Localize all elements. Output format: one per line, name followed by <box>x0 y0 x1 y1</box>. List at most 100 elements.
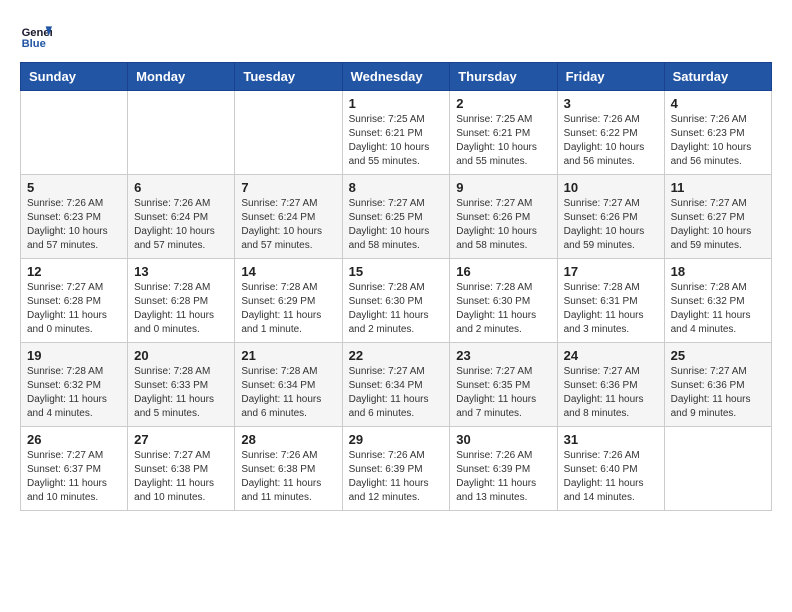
calendar-cell: 16 Sunrise: 7:28 AM Sunset: 6:30 PM Dayli… <box>450 259 557 343</box>
calendar-cell: 21 Sunrise: 7:28 AM Sunset: 6:34 PM Dayli… <box>235 343 342 427</box>
day-number: 4 <box>671 96 765 111</box>
page-header: General Blue <box>20 20 772 52</box>
day-number: 21 <box>241 348 335 363</box>
day-info: Sunrise: 7:27 AM Sunset: 6:34 PM Dayligh… <box>349 365 444 421</box>
day-info: Sunrise: 7:28 AM Sunset: 6:30 PM Dayligh… <box>456 281 550 337</box>
calendar-cell: 27 Sunrise: 7:27 AM Sunset: 6:38 PM Dayli… <box>128 427 235 511</box>
day-number: 1 <box>349 96 444 111</box>
week-row-3: 12 Sunrise: 7:27 AM Sunset: 6:28 PM Dayli… <box>21 259 772 343</box>
day-number: 9 <box>456 180 550 195</box>
day-number: 18 <box>671 264 765 279</box>
day-info: Sunrise: 7:26 AM Sunset: 6:39 PM Dayligh… <box>456 449 550 505</box>
day-info: Sunrise: 7:25 AM Sunset: 6:21 PM Dayligh… <box>349 113 444 169</box>
calendar-cell: 15 Sunrise: 7:28 AM Sunset: 6:30 PM Dayli… <box>342 259 450 343</box>
calendar-cell: 3Sunrise: 7:26 AM Sunset: 6:22 PM Daylig… <box>557 91 664 175</box>
calendar-cell: 18Sunrise: 7:28 AM Sunset: 6:32 PM Dayli… <box>664 259 771 343</box>
calendar-cell: 20 Sunrise: 7:28 AM Sunset: 6:33 PM Dayli… <box>128 343 235 427</box>
day-number: 7 <box>241 180 335 195</box>
logo: General Blue <box>20 20 56 52</box>
day-number: 16 <box>456 264 550 279</box>
day-number: 20 <box>134 348 228 363</box>
calendar-cell: 11 Sunrise: 7:27 AM Sunset: 6:27 PM Dayli… <box>664 175 771 259</box>
calendar-cell: 31Sunrise: 7:26 AM Sunset: 6:40 PM Dayli… <box>557 427 664 511</box>
day-number: 6 <box>134 180 228 195</box>
day-info: Sunrise: 7:27 AM Sunset: 6:36 PM Dayligh… <box>564 365 658 421</box>
calendar-cell: 25 Sunrise: 7:27 AM Sunset: 6:36 PM Dayli… <box>664 343 771 427</box>
calendar-cell: 6 Sunrise: 7:26 AM Sunset: 6:24 PM Daylig… <box>128 175 235 259</box>
day-number: 22 <box>349 348 444 363</box>
weekday-header-saturday: Saturday <box>664 63 771 91</box>
day-info: Sunrise: 7:28 AM Sunset: 6:29 PM Dayligh… <box>241 281 335 337</box>
day-number: 10 <box>564 180 658 195</box>
weekday-header-thursday: Thursday <box>450 63 557 91</box>
calendar-cell <box>664 427 771 511</box>
day-info: Sunrise: 7:28 AM Sunset: 6:33 PM Dayligh… <box>134 365 228 421</box>
day-info: Sunrise: 7:27 AM Sunset: 6:27 PM Dayligh… <box>671 197 765 253</box>
weekday-header-sunday: Sunday <box>21 63 128 91</box>
day-info: Sunrise: 7:26 AM Sunset: 6:24 PM Dayligh… <box>134 197 228 253</box>
svg-text:Blue: Blue <box>22 38 46 50</box>
day-number: 25 <box>671 348 765 363</box>
day-number: 29 <box>349 432 444 447</box>
calendar-cell <box>128 91 235 175</box>
calendar-cell: 9Sunrise: 7:27 AM Sunset: 6:26 PM Daylig… <box>450 175 557 259</box>
weekday-header-tuesday: Tuesday <box>235 63 342 91</box>
day-number: 15 <box>349 264 444 279</box>
calendar-cell <box>21 91 128 175</box>
day-info: Sunrise: 7:27 AM Sunset: 6:28 PM Dayligh… <box>27 281 121 337</box>
day-info: Sunrise: 7:28 AM Sunset: 6:31 PM Dayligh… <box>564 281 658 337</box>
week-row-5: 26 Sunrise: 7:27 AM Sunset: 6:37 PM Dayli… <box>21 427 772 511</box>
day-info: Sunrise: 7:26 AM Sunset: 6:39 PM Dayligh… <box>349 449 444 505</box>
weekday-header-wednesday: Wednesday <box>342 63 450 91</box>
calendar-cell: 5Sunrise: 7:26 AM Sunset: 6:23 PM Daylig… <box>21 175 128 259</box>
calendar-cell: 13 Sunrise: 7:28 AM Sunset: 6:28 PM Dayli… <box>128 259 235 343</box>
day-info: Sunrise: 7:27 AM Sunset: 6:25 PM Dayligh… <box>349 197 444 253</box>
day-info: Sunrise: 7:28 AM Sunset: 6:32 PM Dayligh… <box>27 365 121 421</box>
calendar: SundayMondayTuesdayWednesdayThursdayFrid… <box>20 62 772 511</box>
day-info: Sunrise: 7:28 AM Sunset: 6:30 PM Dayligh… <box>349 281 444 337</box>
day-info: Sunrise: 7:27 AM Sunset: 6:36 PM Dayligh… <box>671 365 765 421</box>
calendar-cell: 12 Sunrise: 7:27 AM Sunset: 6:28 PM Dayli… <box>21 259 128 343</box>
day-number: 28 <box>241 432 335 447</box>
day-info: Sunrise: 7:26 AM Sunset: 6:23 PM Dayligh… <box>27 197 121 253</box>
day-number: 3 <box>564 96 658 111</box>
calendar-cell: 2Sunrise: 7:25 AM Sunset: 6:21 PM Daylig… <box>450 91 557 175</box>
day-info: Sunrise: 7:27 AM Sunset: 6:38 PM Dayligh… <box>134 449 228 505</box>
day-number: 2 <box>456 96 550 111</box>
calendar-cell: 30 Sunrise: 7:26 AM Sunset: 6:39 PM Dayli… <box>450 427 557 511</box>
calendar-cell: 24Sunrise: 7:27 AM Sunset: 6:36 PM Dayli… <box>557 343 664 427</box>
calendar-cell: 1 Sunrise: 7:25 AM Sunset: 6:21 PM Daylig… <box>342 91 450 175</box>
calendar-cell: 4 Sunrise: 7:26 AM Sunset: 6:23 PM Daylig… <box>664 91 771 175</box>
day-info: Sunrise: 7:26 AM Sunset: 6:38 PM Dayligh… <box>241 449 335 505</box>
calendar-cell: 7 Sunrise: 7:27 AM Sunset: 6:24 PM Daylig… <box>235 175 342 259</box>
day-info: Sunrise: 7:28 AM Sunset: 6:28 PM Dayligh… <box>134 281 228 337</box>
calendar-cell: 23Sunrise: 7:27 AM Sunset: 6:35 PM Dayli… <box>450 343 557 427</box>
day-info: Sunrise: 7:28 AM Sunset: 6:34 PM Dayligh… <box>241 365 335 421</box>
week-row-1: 1 Sunrise: 7:25 AM Sunset: 6:21 PM Daylig… <box>21 91 772 175</box>
weekday-header-row: SundayMondayTuesdayWednesdayThursdayFrid… <box>21 63 772 91</box>
day-number: 26 <box>27 432 121 447</box>
day-number: 11 <box>671 180 765 195</box>
day-info: Sunrise: 7:27 AM Sunset: 6:37 PM Dayligh… <box>27 449 121 505</box>
day-number: 19 <box>27 348 121 363</box>
day-number: 13 <box>134 264 228 279</box>
calendar-cell: 14 Sunrise: 7:28 AM Sunset: 6:29 PM Dayli… <box>235 259 342 343</box>
weekday-header-monday: Monday <box>128 63 235 91</box>
day-number: 27 <box>134 432 228 447</box>
day-info: Sunrise: 7:27 AM Sunset: 6:26 PM Dayligh… <box>564 197 658 253</box>
day-number: 30 <box>456 432 550 447</box>
day-number: 12 <box>27 264 121 279</box>
calendar-cell: 22 Sunrise: 7:27 AM Sunset: 6:34 PM Dayli… <box>342 343 450 427</box>
logo-icon: General Blue <box>20 20 52 52</box>
day-number: 23 <box>456 348 550 363</box>
calendar-cell: 17 Sunrise: 7:28 AM Sunset: 6:31 PM Dayli… <box>557 259 664 343</box>
day-number: 17 <box>564 264 658 279</box>
calendar-cell: 26 Sunrise: 7:27 AM Sunset: 6:37 PM Dayli… <box>21 427 128 511</box>
day-info: Sunrise: 7:26 AM Sunset: 6:40 PM Dayligh… <box>564 449 658 505</box>
day-number: 14 <box>241 264 335 279</box>
day-number: 8 <box>349 180 444 195</box>
day-info: Sunrise: 7:27 AM Sunset: 6:24 PM Dayligh… <box>241 197 335 253</box>
weekday-header-friday: Friday <box>557 63 664 91</box>
week-row-2: 5Sunrise: 7:26 AM Sunset: 6:23 PM Daylig… <box>21 175 772 259</box>
day-info: Sunrise: 7:26 AM Sunset: 6:23 PM Dayligh… <box>671 113 765 169</box>
